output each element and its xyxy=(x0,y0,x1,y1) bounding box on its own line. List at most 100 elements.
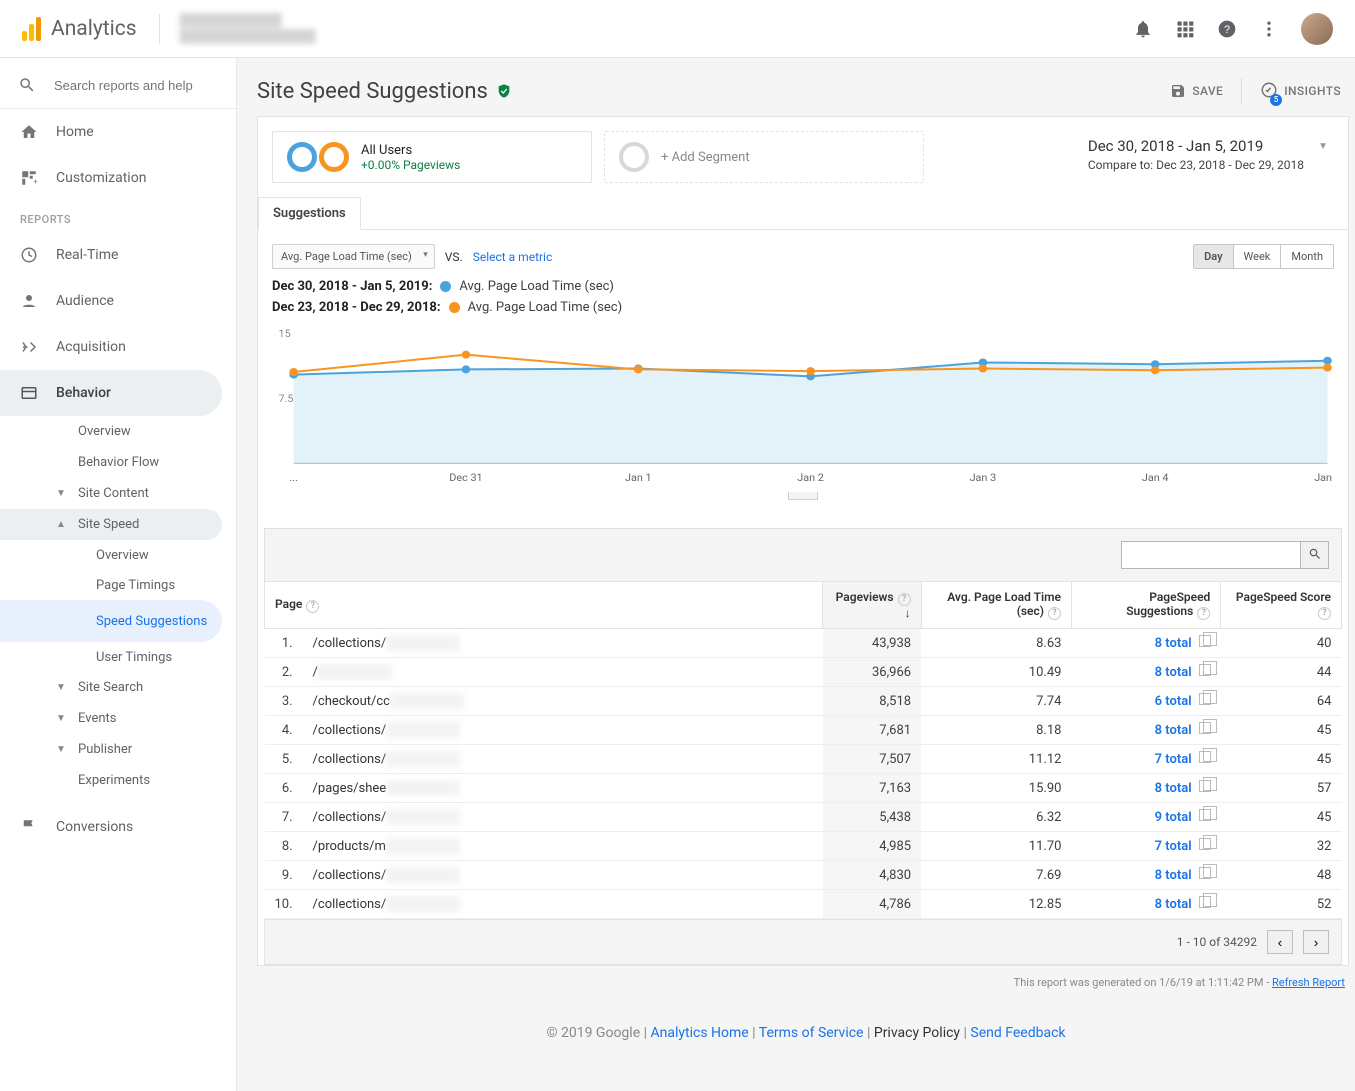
sub-publisher[interactable]: ▼Publisher xyxy=(0,734,236,765)
search-icon xyxy=(1308,547,1322,561)
refresh-report-link[interactable]: Refresh Report xyxy=(1272,976,1345,989)
notifications-icon[interactable] xyxy=(1133,19,1153,39)
nav-label: Behavior xyxy=(56,385,111,401)
sub-site-speed[interactable]: ▲Site Speed xyxy=(0,509,222,540)
tab-suggestions[interactable]: Suggestions xyxy=(258,197,361,230)
segment-title: All Users xyxy=(361,143,460,158)
sub-overview[interactable]: Overview xyxy=(0,416,236,447)
svg-text:?: ? xyxy=(1224,24,1230,36)
footer-privacy[interactable]: Privacy Policy xyxy=(874,1025,960,1041)
suggestion-link[interactable]: 8 total xyxy=(1155,636,1192,651)
sub-behavior-flow[interactable]: Behavior Flow xyxy=(0,447,236,478)
nav-acquisition[interactable]: Acquisition xyxy=(0,324,236,370)
table-toolbar xyxy=(264,528,1342,581)
popout-icon[interactable] xyxy=(1199,635,1211,647)
suggestion-link[interactable]: 8 total xyxy=(1155,897,1192,912)
gran-month[interactable]: Month xyxy=(1280,245,1333,268)
page-cell[interactable]: /pages/shee████████ xyxy=(303,774,823,803)
col-load-time[interactable]: Avg. Page Load Time (sec)? xyxy=(921,582,1071,629)
ss-speed-suggestions[interactable]: Speed Suggestions xyxy=(0,600,222,642)
page-cell[interactable]: /collections/████████ xyxy=(303,803,823,832)
suggestion-link[interactable]: 9 total xyxy=(1155,810,1192,825)
popout-icon[interactable] xyxy=(1199,780,1211,792)
ss-user-timings[interactable]: User Timings xyxy=(0,642,236,672)
page-cell[interactable]: /collections/████████ xyxy=(303,890,823,919)
suggestion-link[interactable]: 8 total xyxy=(1155,781,1192,796)
page-cell[interactable]: /████████ xyxy=(303,658,823,687)
nav-customization[interactable]: + Customization xyxy=(0,155,236,201)
svg-text:Jan 5: Jan 5 xyxy=(1314,471,1334,483)
popout-icon[interactable] xyxy=(1199,751,1211,763)
nav-behavior[interactable]: Behavior xyxy=(0,370,222,416)
date-range-picker[interactable]: Dec 30, 2018 - Jan 5, 2019 Compare to: D… xyxy=(1088,131,1334,183)
table-row: 8./products/m████████4,98511.707 total 3… xyxy=(265,832,1342,861)
gran-day[interactable]: Day xyxy=(1194,245,1232,268)
save-button[interactable]: SAVE xyxy=(1170,83,1223,99)
chevron-right-icon: ▼ xyxy=(56,488,66,499)
sub-site-search[interactable]: ▼Site Search xyxy=(0,672,236,703)
page-cell[interactable]: /collections/████████ xyxy=(303,629,823,658)
search-input[interactable] xyxy=(54,78,218,93)
table-search-input[interactable] xyxy=(1121,541,1301,569)
segment-all-users[interactable]: All Users +0.00% Pageviews xyxy=(272,131,592,183)
popout-icon[interactable] xyxy=(1199,867,1211,879)
chevron-right-icon: ▼ xyxy=(56,713,66,724)
footer-tos[interactable]: Terms of Service xyxy=(759,1025,864,1041)
topbar: Analytics ████████████ ████████████████ … xyxy=(0,0,1355,58)
apps-grid-icon[interactable] xyxy=(1175,19,1195,39)
account-selector[interactable]: ████████████ ████████████████ xyxy=(180,13,316,44)
search-icon[interactable] xyxy=(18,76,36,94)
help-icon[interactable]: ? xyxy=(1217,19,1237,39)
segment-subtitle: +0.00% Pageviews xyxy=(361,158,460,172)
avatar[interactable] xyxy=(1301,13,1333,45)
gran-week[interactable]: Week xyxy=(1233,245,1281,268)
footer-analytics-home[interactable]: Analytics Home xyxy=(651,1025,749,1041)
nav-conversions[interactable]: Conversions xyxy=(0,804,236,850)
add-segment-button[interactable]: + Add Segment xyxy=(604,131,924,183)
chart-resize-handle[interactable] xyxy=(258,489,1348,504)
table-row: 3./checkout/cc████████8,5187.746 total 6… xyxy=(265,687,1342,716)
nav-realtime[interactable]: Real-Time xyxy=(0,232,236,278)
pager-prev-button[interactable]: ‹ xyxy=(1267,930,1293,954)
popout-icon[interactable] xyxy=(1199,722,1211,734)
popout-icon[interactable] xyxy=(1199,809,1211,821)
home-icon xyxy=(20,123,38,141)
suggestion-link[interactable]: 8 total xyxy=(1155,665,1192,680)
page-cell[interactable]: /products/m████████ xyxy=(303,832,823,861)
select-metric-link[interactable]: Select a metric xyxy=(473,250,553,264)
analytics-logo-icon xyxy=(22,17,41,41)
suggestion-link[interactable]: 8 total xyxy=(1155,868,1192,883)
more-vert-icon[interactable] xyxy=(1259,19,1279,39)
col-pageviews[interactable]: Pageviews? ↓ xyxy=(823,582,922,629)
col-suggestions[interactable]: PageSpeed Suggestions? xyxy=(1071,582,1220,629)
suggestion-link[interactable]: 6 total xyxy=(1155,694,1192,709)
nav-audience[interactable]: Audience xyxy=(0,278,236,324)
pager-label: 1 - 10 of 34292 xyxy=(1177,935,1257,949)
sub-experiments[interactable]: Experiments xyxy=(0,765,236,796)
ss-page-timings[interactable]: Page Timings xyxy=(0,570,236,600)
suggestion-link[interactable]: 8 total xyxy=(1155,723,1192,738)
col-page[interactable]: Page? xyxy=(265,582,823,629)
page-cell[interactable]: /collections/████████ xyxy=(303,716,823,745)
page-cell[interactable]: /collections/████████ xyxy=(303,745,823,774)
svg-text:7.5: 7.5 xyxy=(279,392,294,404)
page-cell[interactable]: /collections/████████ xyxy=(303,861,823,890)
popout-icon[interactable] xyxy=(1199,693,1211,705)
ss-overview[interactable]: Overview xyxy=(0,540,236,570)
table-search-button[interactable] xyxy=(1301,541,1329,569)
footer-feedback[interactable]: Send Feedback xyxy=(970,1025,1065,1041)
col-score[interactable]: PageSpeed Score? xyxy=(1221,582,1342,629)
popout-icon[interactable] xyxy=(1199,838,1211,850)
primary-metric-dropdown[interactable]: Avg. Page Load Time (sec) xyxy=(272,244,435,269)
chevron-right-icon: ▼ xyxy=(56,682,66,693)
sub-site-content[interactable]: ▼Site Content xyxy=(0,478,236,509)
popout-icon[interactable] xyxy=(1199,664,1211,676)
suggestion-link[interactable]: 7 total xyxy=(1155,752,1192,767)
suggestion-link[interactable]: 7 total xyxy=(1155,839,1192,854)
page-cell[interactable]: /checkout/cc████████ xyxy=(303,687,823,716)
nav-home[interactable]: Home xyxy=(0,109,236,155)
insights-button[interactable]: 5 INSIGHTS xyxy=(1260,81,1341,102)
popout-icon[interactable] xyxy=(1199,896,1211,908)
pager-next-button[interactable]: › xyxy=(1303,930,1329,954)
sub-events[interactable]: ▼Events xyxy=(0,703,236,734)
